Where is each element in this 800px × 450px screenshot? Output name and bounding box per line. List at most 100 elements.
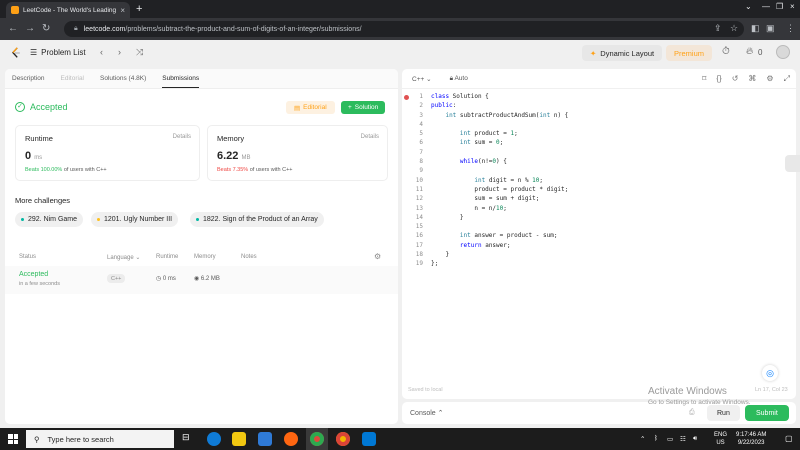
close-tab-icon[interactable]: × bbox=[120, 6, 125, 15]
runtime-unit: ms bbox=[34, 155, 43, 161]
file-explorer-icon[interactable] bbox=[232, 432, 246, 446]
timer-icon[interactable]: ⏱ bbox=[722, 46, 730, 57]
challenge-chip[interactable]: 292. Nim Game bbox=[15, 212, 84, 227]
sidebar-icon[interactable]: ◧ bbox=[751, 23, 760, 34]
code-text: }; bbox=[431, 260, 439, 268]
taskbar-search[interactable]: ⚲ Type here to search bbox=[26, 430, 174, 448]
code-text: sum = sum + digit; bbox=[431, 195, 540, 203]
code-text: int sum = 0; bbox=[459, 139, 504, 147]
tab-description[interactable]: Description bbox=[12, 75, 45, 82]
lock-icon: 🔒︎ bbox=[74, 25, 78, 32]
language-indicator[interactable]: ENG US bbox=[714, 431, 727, 447]
chrome-menu-icon[interactable]: ⋮ bbox=[786, 23, 795, 34]
chrome-profile-icon[interactable] bbox=[336, 432, 350, 446]
console-toggle[interactable]: Console ⌃ bbox=[410, 409, 444, 417]
profile-icon[interactable]: ▣ bbox=[766, 23, 775, 34]
settings-icon[interactable]: ⚙ bbox=[766, 74, 773, 84]
task-view-icon[interactable]: ⊟ bbox=[182, 432, 196, 446]
notifications-icon[interactable]: ▢ bbox=[785, 434, 793, 443]
share-icon[interactable]: ⇪ bbox=[714, 23, 722, 34]
tray-chevron-icon[interactable]: ⌃ bbox=[640, 435, 645, 443]
code-line: 8 while(n!=0) { bbox=[402, 158, 796, 167]
windows-start-icon[interactable] bbox=[8, 434, 18, 444]
firefox-icon[interactable] bbox=[284, 432, 298, 446]
bookmark-star-icon[interactable]: ☆ bbox=[730, 23, 738, 34]
tab-search-icon[interactable]: ⌄ bbox=[745, 2, 752, 11]
memory-card[interactable]: Memory Details 6.22 MB Beats 7.35% of us… bbox=[207, 125, 388, 181]
line-number: 2 bbox=[419, 102, 423, 110]
header-language[interactable]: Language ⌄ bbox=[107, 254, 140, 261]
maximize-icon[interactable]: ❐ bbox=[776, 2, 783, 11]
mail-icon[interactable] bbox=[258, 432, 272, 446]
premium-button[interactable]: Premium bbox=[666, 45, 713, 61]
settings-gear-icon[interactable]: ⚙ bbox=[374, 252, 381, 261]
side-document-tab[interactable] bbox=[785, 155, 800, 172]
runtime-beats-pct: Beats 100.00% bbox=[25, 167, 63, 173]
line-number: 14 bbox=[415, 213, 423, 221]
reset-icon[interactable]: ↺ bbox=[732, 74, 739, 84]
volume-icon[interactable]: 🔊︎ bbox=[693, 435, 697, 443]
challenge-chip[interactable]: 1822. Sign of the Product of an Array bbox=[190, 212, 324, 227]
tab-solutions[interactable]: Solutions (4.8K) bbox=[100, 75, 146, 82]
streak-icon[interactable]: 🔥︎ bbox=[746, 46, 753, 57]
forward-icon[interactable]: → bbox=[25, 23, 35, 34]
more-challenges-title: More challenges bbox=[15, 196, 71, 205]
avatar[interactable] bbox=[776, 45, 790, 59]
prev-problem-icon[interactable]: ‹ bbox=[100, 47, 103, 57]
fullscreen-icon[interactable]: ⤢ bbox=[784, 74, 790, 84]
code-line: 15 bbox=[402, 223, 796, 232]
auto-mode[interactable]: 🔒︎ Auto bbox=[450, 75, 468, 83]
vscode-icon[interactable] bbox=[362, 432, 376, 446]
tab-editorial[interactable]: Editorial bbox=[61, 75, 84, 82]
header-status[interactable]: Status bbox=[19, 254, 36, 260]
runtime-card[interactable]: Runtime Details 0 ms Beats 100.00% of us… bbox=[15, 125, 200, 181]
problem-list-link[interactable]: ☰ Problem List bbox=[30, 48, 86, 57]
runtime-beats: Beats 100.00% of users with C++ bbox=[25, 167, 190, 173]
dynamic-layout-button[interactable]: ✦ Dynamic Layout bbox=[582, 45, 663, 61]
shortcut-icon[interactable]: ⌘ bbox=[748, 74, 756, 84]
leetcode-logo-icon[interactable] bbox=[10, 47, 21, 59]
table-row[interactable]: Accepted in a few seconds C++ ◷ 0 ms ◉ 6… bbox=[5, 266, 398, 294]
close-window-icon[interactable]: × bbox=[790, 2, 795, 11]
code-text: public: bbox=[431, 102, 457, 110]
memory-value-wrap: 6.22 MB bbox=[217, 150, 378, 162]
bookmark-icon[interactable]: ⌑ bbox=[702, 74, 706, 84]
language-select[interactable]: C++ ⌄ bbox=[412, 75, 432, 83]
new-tab-icon[interactable]: + bbox=[136, 3, 142, 15]
submit-button[interactable]: Submit bbox=[745, 405, 789, 421]
back-icon[interactable]: ← bbox=[8, 23, 18, 34]
network-icon[interactable]: ☷ bbox=[680, 435, 686, 443]
code-line: 19}; bbox=[402, 260, 796, 269]
editorial-button[interactable]: ▤ Editorial bbox=[286, 101, 335, 114]
row-memory-value: 6.2 MB bbox=[200, 276, 220, 282]
solution-button[interactable]: + Solution bbox=[341, 101, 386, 114]
browser-tab[interactable]: LeetCode - The World's Leading × bbox=[6, 2, 130, 18]
battery-icon[interactable]: ▭ bbox=[667, 435, 673, 443]
dynamic-layout-label: Dynamic Layout bbox=[600, 48, 655, 58]
next-problem-icon[interactable]: › bbox=[118, 47, 121, 57]
upload-icon[interactable]: ⎙ bbox=[689, 409, 695, 417]
clock[interactable]: 9:17:46 AM 9/22/2023 bbox=[736, 431, 766, 447]
memory-details-link[interactable]: Details bbox=[361, 134, 379, 140]
browser-toolbar: ← → ↻ 🔒︎ leetcode.com /problems/subtract… bbox=[0, 18, 800, 40]
chat-icon[interactable]: ◎ bbox=[762, 365, 778, 381]
language-label: C++ bbox=[412, 75, 425, 83]
tab-submissions[interactable]: Submissions bbox=[162, 75, 199, 88]
clock-time: 9:17:46 AM bbox=[736, 432, 767, 438]
chrome-icon[interactable] bbox=[310, 432, 324, 446]
braces-icon[interactable]: {} bbox=[716, 74, 721, 84]
row-status[interactable]: Accepted bbox=[19, 271, 48, 278]
challenge-chip[interactable]: 1201. Ugly Number III bbox=[91, 212, 179, 227]
watermark-subtitle: Go to Settings to activate Windows. bbox=[648, 399, 751, 406]
reload-icon[interactable]: ↻ bbox=[42, 23, 50, 34]
address-bar[interactable]: 🔒︎ leetcode.com /problems/subtract-the-p… bbox=[64, 21, 744, 37]
bluetooth-icon[interactable]: ᛒ bbox=[654, 435, 658, 442]
random-problem-icon[interactable]: ⤨ bbox=[136, 47, 143, 58]
line-number: 12 bbox=[415, 195, 423, 203]
minimize-icon[interactable]: — bbox=[762, 2, 770, 11]
code-area[interactable]: 1 class Solution {2 public: 3 int subtractP… bbox=[402, 93, 796, 270]
runtime-details-link[interactable]: Details bbox=[173, 134, 191, 140]
browser-tab-title: LeetCode - The World's Leading bbox=[23, 6, 117, 14]
run-button[interactable]: Run bbox=[707, 405, 740, 421]
edge-icon[interactable] bbox=[207, 432, 221, 446]
